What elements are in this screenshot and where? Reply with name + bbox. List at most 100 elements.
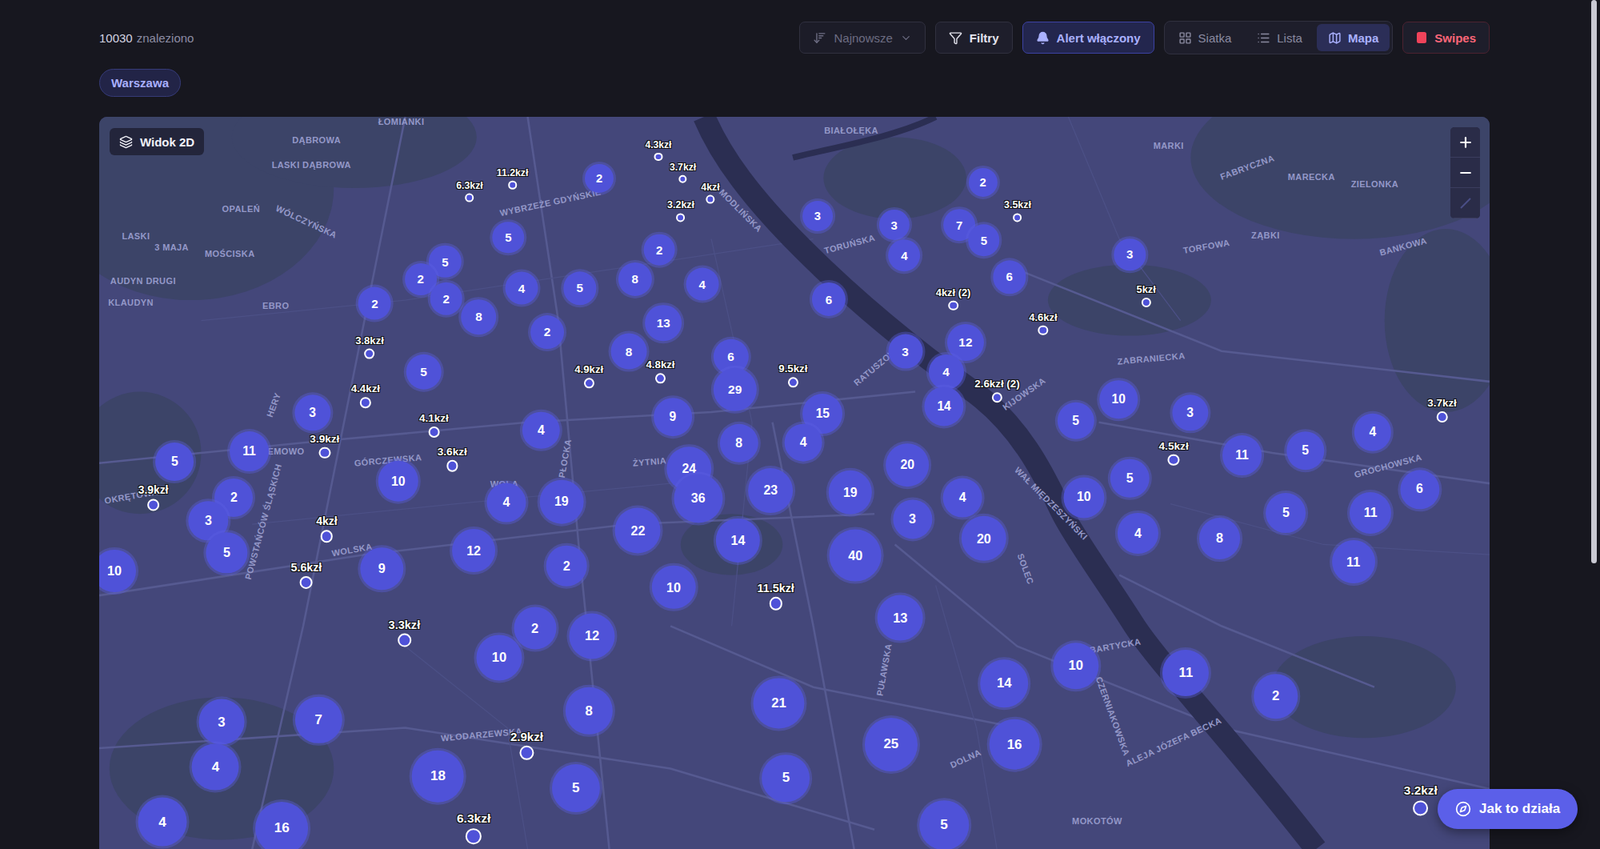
price-pin[interactable]: 2.6kzł (2) bbox=[974, 377, 1020, 404]
map-cluster[interactable]: 5 bbox=[1286, 431, 1324, 469]
sort-button[interactable]: Najnowsze bbox=[799, 21, 925, 54]
map-cluster[interactable]: 5 bbox=[405, 354, 442, 391]
price-pin[interactable]: 3.7kzł bbox=[669, 161, 696, 184]
price-pin[interactable]: 2.9kzł bbox=[510, 728, 544, 760]
map-cluster[interactable]: 11 bbox=[229, 431, 270, 472]
map-cluster[interactable]: 4 bbox=[928, 354, 964, 390]
map-cluster[interactable]: 2 bbox=[968, 168, 997, 197]
map-cluster[interactable]: 5 bbox=[492, 221, 524, 253]
map-cluster[interactable]: 2 bbox=[546, 545, 588, 587]
map-cluster[interactable]: 5 bbox=[1056, 402, 1094, 440]
map-cluster[interactable]: 7 bbox=[295, 696, 342, 744]
map-cluster[interactable]: 4 bbox=[192, 743, 240, 791]
map-cluster[interactable]: 5 bbox=[968, 224, 1000, 257]
map-cluster[interactable]: 40 bbox=[829, 529, 882, 582]
map-cluster[interactable]: 3 bbox=[879, 209, 910, 240]
price-pin[interactable]: 6.3kzł bbox=[456, 179, 484, 202]
price-pin[interactable]: 9.5kzł bbox=[778, 362, 808, 388]
map-cluster[interactable]: 14 bbox=[924, 387, 964, 427]
map-cluster[interactable]: 10 bbox=[377, 460, 419, 502]
map-cluster[interactable]: 14 bbox=[980, 659, 1029, 708]
price-pin[interactable]: 3.6kzł bbox=[437, 445, 468, 472]
map-cluster[interactable]: 20 bbox=[885, 443, 929, 487]
view-button[interactable]: Mapa bbox=[1316, 24, 1390, 52]
map-cluster[interactable]: 21 bbox=[753, 678, 804, 729]
map-cluster[interactable]: 12 bbox=[452, 528, 496, 572]
map-cluster[interactable]: 10 bbox=[652, 565, 696, 609]
price-pin[interactable]: 3.2kzł bbox=[1404, 783, 1438, 816]
map-cluster[interactable]: 3 bbox=[802, 200, 833, 232]
price-pin[interactable]: 4.5kzł bbox=[1159, 439, 1189, 465]
map-cluster[interactable]: 25 bbox=[864, 717, 918, 771]
map-cluster[interactable]: 36 bbox=[673, 473, 723, 523]
map-cluster[interactable]: 2 bbox=[1253, 674, 1299, 720]
price-pin[interactable]: 3.5kzł bbox=[1004, 200, 1032, 223]
map-cluster[interactable]: 18 bbox=[412, 750, 464, 803]
price-pin[interactable]: 3.9kzł bbox=[309, 432, 340, 458]
map-cluster[interactable]: 10 bbox=[476, 634, 522, 680]
view-button[interactable]: Lista bbox=[1245, 24, 1314, 52]
location-chip[interactable]: Warszawa bbox=[99, 68, 181, 97]
map-cluster[interactable]: 16 bbox=[989, 719, 1040, 770]
map-cluster[interactable]: 8 bbox=[720, 424, 759, 463]
map-cluster[interactable]: 13 bbox=[644, 304, 682, 342]
map-cluster[interactable]: 2 bbox=[584, 163, 614, 192]
map-cluster[interactable]: 23 bbox=[748, 468, 793, 513]
map-cluster[interactable]: 12 bbox=[569, 613, 616, 660]
map-cluster[interactable]: 11 bbox=[1222, 436, 1263, 476]
price-pin[interactable]: 3.7kzł bbox=[1427, 396, 1457, 423]
price-pin[interactable]: 4.8kzł bbox=[646, 358, 676, 384]
map-cluster[interactable]: 5 bbox=[552, 764, 600, 812]
map-cluster[interactable]: 8 bbox=[618, 262, 652, 296]
map-cluster[interactable]: 8 bbox=[611, 333, 648, 370]
map-cluster[interactable]: 13 bbox=[877, 595, 924, 641]
map-cluster[interactable]: 2 bbox=[513, 607, 556, 650]
price-pin[interactable]: 6.3kzł bbox=[456, 811, 491, 844]
map-cluster[interactable]: 5 bbox=[1110, 458, 1149, 497]
map-cluster[interactable]: 2 bbox=[530, 315, 564, 349]
map-cluster[interactable]: 5 bbox=[155, 442, 194, 481]
map-cluster[interactable]: 11 bbox=[1332, 540, 1376, 584]
map-cluster[interactable]: 10 bbox=[1100, 380, 1138, 419]
scrollbar-thumb[interactable] bbox=[1591, 0, 1597, 564]
map-cluster[interactable]: 10 bbox=[99, 549, 136, 593]
price-pin[interactable]: 4kzł bbox=[316, 515, 338, 543]
map-cluster[interactable]: 20 bbox=[961, 516, 1007, 561]
map-cluster[interactable]: 8 bbox=[461, 299, 497, 335]
price-pin[interactable]: 3.8kzł bbox=[355, 333, 384, 359]
map-cluster[interactable]: 3 bbox=[892, 499, 932, 539]
map-cluster[interactable]: 4 bbox=[943, 477, 983, 517]
map-cluster[interactable]: 10 bbox=[1052, 643, 1099, 689]
map-cluster[interactable]: 4 bbox=[1354, 413, 1392, 451]
price-pin[interactable]: 5.6kzł bbox=[291, 560, 323, 589]
reset-bearing-button[interactable] bbox=[1450, 188, 1480, 219]
map-cluster[interactable]: 9 bbox=[360, 547, 404, 590]
map-cluster[interactable]: 4 bbox=[888, 240, 921, 272]
map-cluster[interactable]: 9 bbox=[653, 397, 692, 436]
map-cluster[interactable]: 5 bbox=[563, 272, 596, 305]
price-pin[interactable]: 4kzł (2) bbox=[936, 286, 972, 311]
price-pin[interactable]: 4.3kzł bbox=[644, 139, 672, 161]
price-pin[interactable]: 11.5kzł bbox=[757, 581, 795, 610]
map-cluster[interactable]: 3 bbox=[888, 334, 923, 369]
price-pin[interactable]: 4.4kzł bbox=[351, 382, 380, 408]
map-cluster[interactable]: 4 bbox=[685, 268, 719, 301]
map-cluster[interactable]: 16 bbox=[255, 801, 308, 849]
map-cluster[interactable]: 5 bbox=[1266, 492, 1307, 533]
map-cluster[interactable]: 10 bbox=[1063, 476, 1104, 518]
map-cluster[interactable]: 5 bbox=[762, 754, 811, 803]
price-pin[interactable]: 4.1kzł bbox=[419, 412, 449, 438]
price-pin[interactable]: 4.9kzł bbox=[574, 363, 604, 388]
map-cluster[interactable]: 4 bbox=[1117, 512, 1158, 553]
price-pin[interactable]: 5kzł bbox=[1136, 283, 1156, 308]
zoom-out-button[interactable] bbox=[1450, 157, 1480, 188]
help-button[interactable]: Jak to działa bbox=[1437, 788, 1578, 829]
price-pin[interactable]: 3.2kzł bbox=[667, 200, 695, 223]
map-cluster[interactable]: 11 bbox=[1349, 492, 1392, 534]
map-cluster[interactable]: 4 bbox=[784, 424, 823, 462]
map-mode-button[interactable]: Widok 2D bbox=[109, 128, 204, 156]
map-cluster[interactable]: 4 bbox=[138, 797, 188, 847]
map-cluster[interactable]: 5 bbox=[919, 800, 968, 849]
price-pin[interactable]: 4.6kzł bbox=[1028, 310, 1057, 336]
map-cluster[interactable]: 19 bbox=[539, 480, 584, 524]
